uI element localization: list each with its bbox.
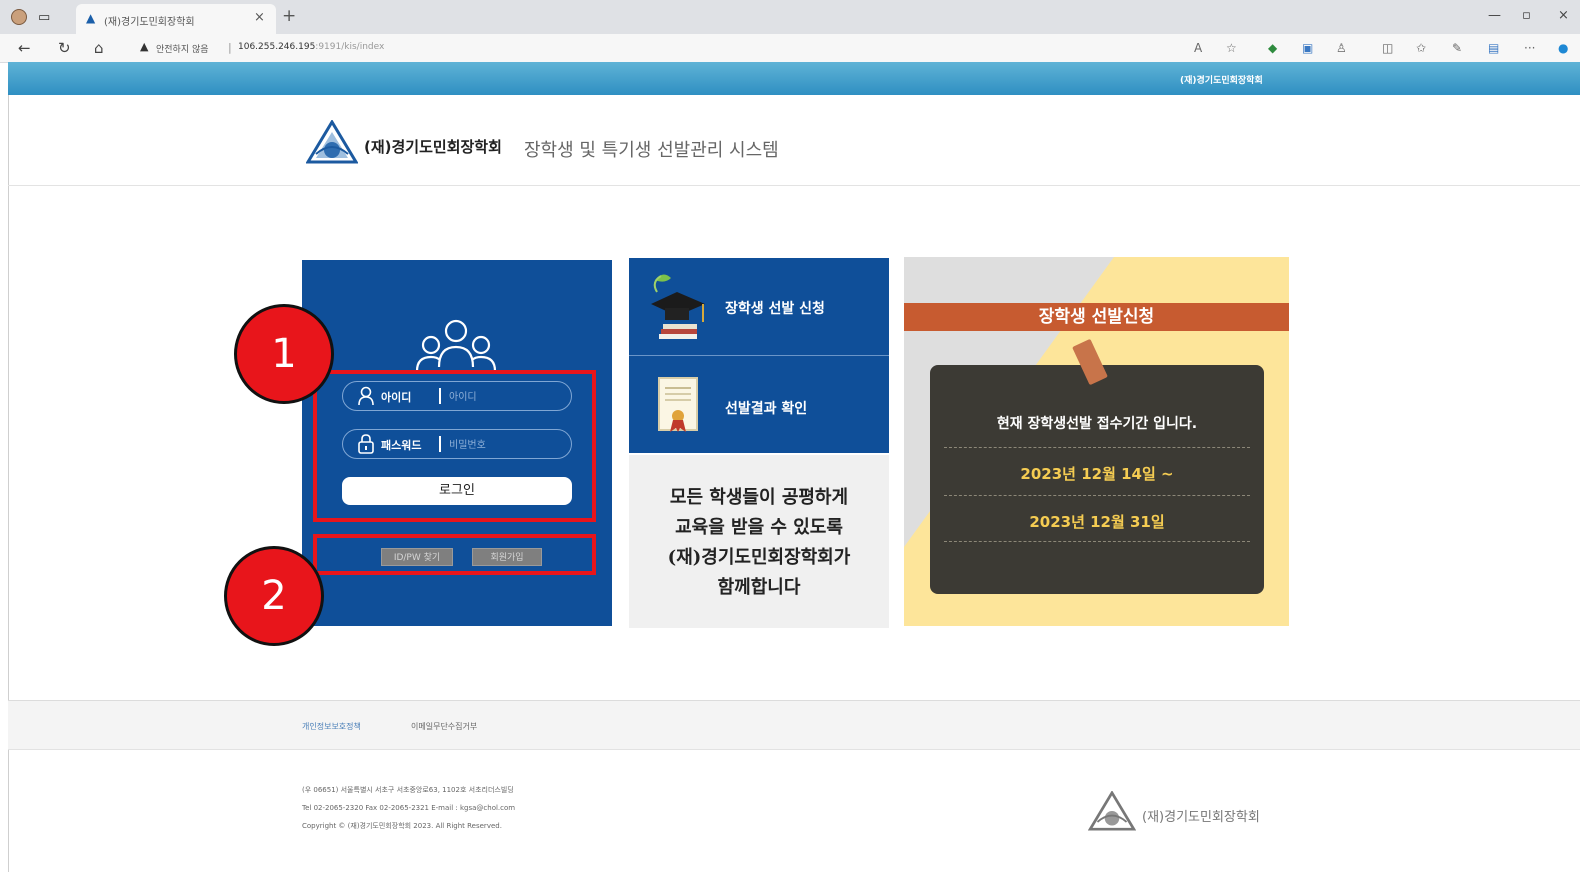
privacy-policy-link[interactable]: 개인정보보호정책 <box>302 721 361 732</box>
page-left-border <box>8 95 9 872</box>
graduation-cap-icon <box>651 274 705 339</box>
url-path: :9191/kis/index <box>315 42 385 52</box>
footer-address: (우 06651) 서울특별시 서초구 서초중앙로63, 1102호 서초리더스… <box>302 786 514 794</box>
browser-tab-strip: ▭ ▲ (재)경기도민회장학회 × + — ▫ × <box>0 0 1580 34</box>
slogan-line-2: 교육을 받을 수 있도록 <box>675 517 843 538</box>
notice-panel[interactable]: 장학생 선발신청 현재 장학생선발 접수기간 입니다. 2023년 12월 14… <box>904 257 1289 626</box>
site-favicon-icon: ▲ <box>86 11 96 25</box>
more-menu-icon[interactable]: ··· <box>1524 41 1535 55</box>
email-refuse-link[interactable]: 이메일무단수집거부 <box>411 721 477 732</box>
favorites-icon[interactable]: ✩ <box>1416 41 1426 55</box>
collections-icon[interactable]: ✎ <box>1452 41 1462 55</box>
annotation-marker-1: 1 <box>234 304 334 404</box>
notice-rule <box>944 447 1250 448</box>
extension2-icon[interactable]: ♙ <box>1336 41 1347 55</box>
footer-info: (우 06651) 서울특별시 서초구 서초중앙로63, 1102호 서초리더스… <box>302 781 515 835</box>
tab-title: (재)경기도민회장학회 <box>104 17 195 28</box>
footer-org-name: (재)경기도민회장학회 <box>1142 810 1260 825</box>
security-label[interactable]: 안전하지 않음 <box>156 42 209 55</box>
certificate-icon <box>658 377 698 432</box>
menu-column: 장학생 선발 신청 선발결과 확인 모든 학생들이 공평하게 교육을 받을 수 … <box>629 258 889 628</box>
not-secure-warning-icon[interactable]: ▲ <box>140 40 148 53</box>
address-divider: | <box>228 41 232 54</box>
notice-end-date: 2023년 12월 31일 <box>1029 513 1165 531</box>
url-text[interactable]: 106.255.246.195:9191/kis/index <box>238 42 384 52</box>
refresh-icon[interactable]: ↻ <box>58 39 71 57</box>
slogan-line-3: (재)경기도민회장학회가 <box>667 547 851 568</box>
result-check-menu[interactable]: 선발결과 확인 <box>629 356 889 453</box>
notice-rule <box>944 541 1250 542</box>
profile-avatar[interactable] <box>11 9 27 25</box>
back-icon[interactable]: ← <box>18 39 31 57</box>
address-bar[interactable]: ▲ 안전하지 않음 | 106.255.246.195:9191/kis/ind… <box>136 38 1176 58</box>
split-screen-icon[interactable]: ◫ <box>1382 41 1393 55</box>
notice-title: 장학생 선발신청 <box>904 303 1289 331</box>
browser-essentials-icon[interactable]: ▤ <box>1488 41 1499 55</box>
scholarship-apply-label: 장학생 선발 신청 <box>725 301 825 317</box>
users-group-icon <box>415 319 497 372</box>
footer-copyright: Copyright © (재)경기도민회장학회 2023. All Right … <box>302 822 502 830</box>
org-name: (재)경기도민회장학회 <box>364 138 502 156</box>
new-tab-icon[interactable]: + <box>282 6 296 26</box>
workspaces-icon[interactable]: ▭ <box>38 10 50 25</box>
slogan-line-1: 모든 학생들이 공평하게 <box>669 487 849 508</box>
home-icon[interactable]: ⌂ <box>94 39 104 57</box>
footer-contact: Tel 02-2065-2320 Fax 02-2065-2321 E-mail… <box>302 804 516 812</box>
read-aloud-icon[interactable]: A <box>1194 41 1202 55</box>
favorite-star-icon[interactable]: ☆ <box>1226 41 1237 55</box>
close-window-icon[interactable]: × <box>1558 8 1569 23</box>
browser-toolbar: ← ↻ ⌂ ▲ 안전하지 않음 | 106.255.246.195:9191/k… <box>0 34 1580 63</box>
notice-board: 현재 장학생선발 접수기간 입니다. 2023년 12월 14일 ~ 2023년… <box>930 365 1264 594</box>
notice-period-text: 현재 장학생선발 접수기간 입니다. <box>996 416 1198 432</box>
shield-extension-icon[interactable]: ◆ <box>1268 41 1277 55</box>
emblem-logo-icon[interactable] <box>306 120 358 164</box>
browser-tab[interactable]: ▲ (재)경기도민회장학회 × <box>76 4 276 34</box>
copilot-icon[interactable]: ● <box>1558 41 1568 55</box>
system-title: 장학생 및 특기생 선발관리 시스템 <box>524 140 779 161</box>
result-check-label: 선발결과 확인 <box>725 401 808 417</box>
notice-rule <box>944 495 1250 496</box>
site-header: (재)경기도민회장학회 장학생 및 특기생 선발관리 시스템 <box>306 120 906 170</box>
close-tab-icon[interactable]: × <box>254 10 265 25</box>
header-divider <box>8 185 1580 186</box>
slogan-line-4: 함께합니다 <box>717 577 801 598</box>
gnb-org-link[interactable]: (재)경기도민회장학회 <box>1180 73 1263 86</box>
notice-start-date: 2023년 12월 14일 ~ <box>1020 465 1174 483</box>
slogan-box: 모든 학생들이 공평하게 교육을 받을 수 있도록 (재)경기도민회장학회가 함… <box>629 455 889 628</box>
footer-links-bar: 개인정보보호정책 이메일무단수집거부 <box>8 701 1580 750</box>
annotation-box-1 <box>313 370 596 522</box>
restore-icon[interactable]: ▫ <box>1522 8 1531 23</box>
minimize-icon[interactable]: — <box>1488 8 1501 23</box>
url-host: 106.255.246.195 <box>238 42 316 52</box>
footer-logo: (재)경기도민회장학회 <box>1088 791 1308 835</box>
top-navigation-bar: (재)경기도민회장학회 <box>8 62 1580 95</box>
footer-emblem-icon <box>1088 791 1136 831</box>
annotation-marker-2: 2 <box>224 546 324 646</box>
scholarship-apply-menu[interactable]: 장학생 선발 신청 <box>629 258 889 355</box>
extension-icon[interactable]: ▣ <box>1302 41 1313 55</box>
annotation-box-2 <box>313 534 596 575</box>
